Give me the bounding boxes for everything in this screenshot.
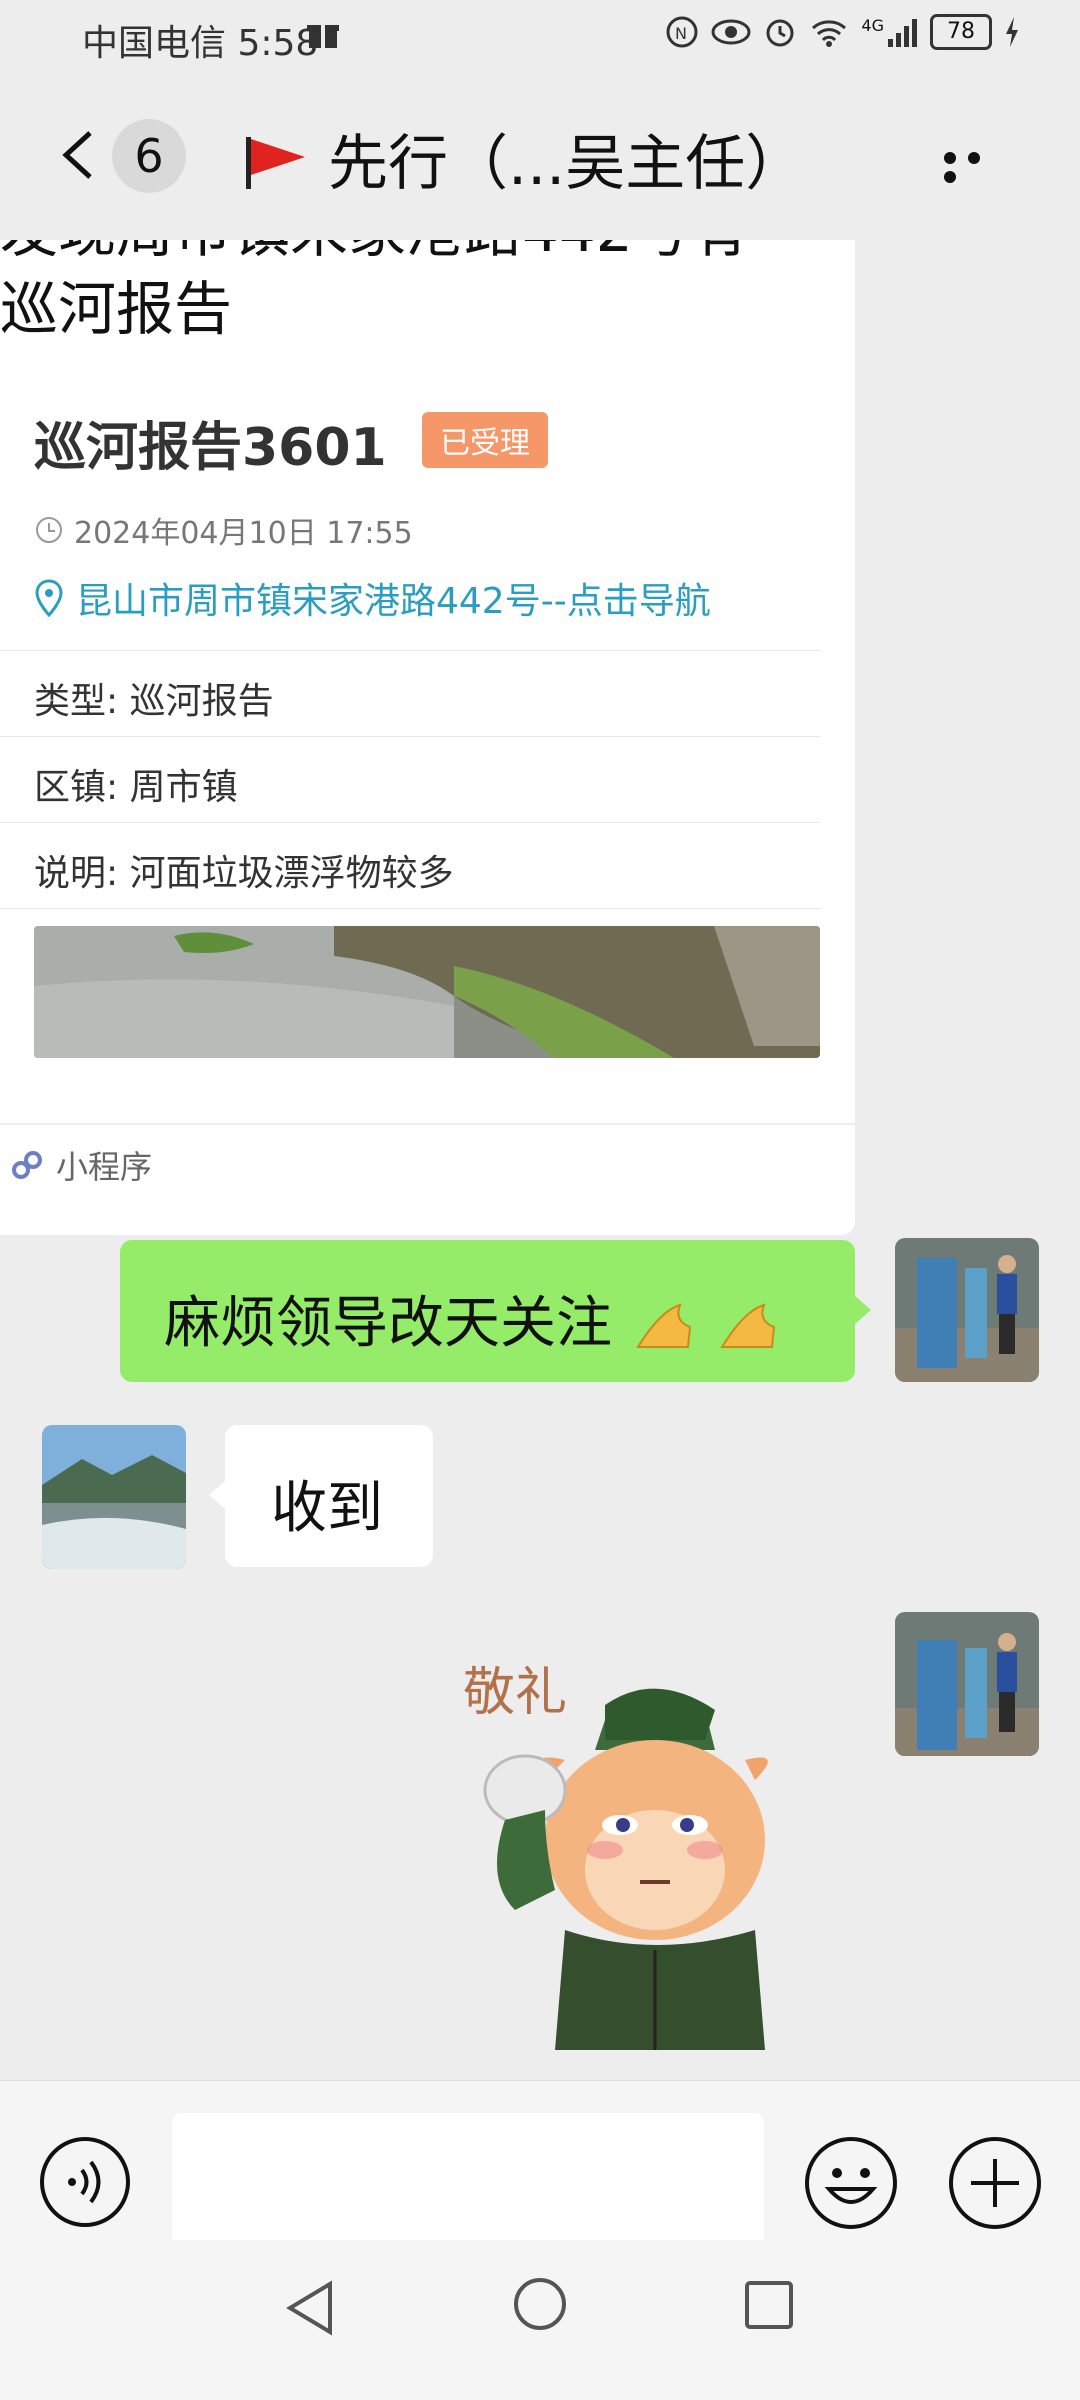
field-type: 类型: 巡河报告 [34, 672, 274, 724]
voice-icon[interactable] [38, 2135, 132, 2229]
chat-title: 先行（...吴主任） [328, 129, 806, 199]
unread-badge[interactable]: 6 [112, 119, 186, 193]
river-photo [34, 926, 820, 1058]
received-message-bubble[interactable]: 收到 [209, 1425, 433, 1567]
plus-icon[interactable] [947, 2135, 1043, 2231]
salute-sticker[interactable]: 敬礼 [455, 1650, 835, 2050]
field-label: 类型: [34, 681, 119, 722]
nav-back-icon[interactable] [282, 2278, 338, 2338]
divider [0, 736, 820, 737]
message-list[interactable]: 发现周市镇宋家港路442号有 巡河报告 巡河报告3601 已受理 2024年04… [0, 240, 1080, 2080]
input-bar [0, 2080, 1080, 2253]
emoji-icon[interactable] [803, 2135, 899, 2231]
eye-icon [711, 19, 751, 45]
divider [0, 822, 820, 823]
signal-icon [888, 19, 917, 47]
avatar[interactable] [895, 1612, 1039, 1756]
mini-program-footer: 小程序 [10, 1142, 152, 1188]
status-icons: N 4G 78 [665, 14, 1020, 50]
more-dots-icon[interactable] [944, 149, 1014, 183]
wifi-icon [812, 20, 847, 47]
gift-icon [307, 25, 339, 48]
avatar[interactable] [42, 1425, 186, 1569]
report-title: 巡河报告3601 [34, 418, 387, 478]
field-district: 区镇: 周市镇 [34, 758, 238, 810]
divider [0, 650, 820, 651]
nav-home-icon[interactable] [512, 2276, 568, 2332]
carrier-time: 中国电信 5:58 [82, 23, 319, 64]
location-pin-icon [35, 579, 63, 617]
chat-header: 6 先行（...吴主任） [0, 75, 1080, 240]
report-datetime: 2024年04月10日 17:55 [34, 508, 413, 552]
message-input[interactable] [172, 2113, 764, 2253]
field-value: 周市镇 [129, 767, 238, 808]
mini-program-label: 小程序 [56, 1148, 153, 1186]
field-description: 说明: 河面垃圾漂浮物较多 [34, 844, 454, 896]
divider [0, 908, 820, 909]
nav-recent-icon[interactable] [744, 2280, 794, 2330]
avatar[interactable] [895, 1238, 1039, 1382]
battery-indicator: 78 [930, 14, 992, 50]
field-value: 巡河报告 [129, 681, 274, 722]
message-text: 麻烦领导改天关注 [164, 1291, 612, 1356]
chevron-left-icon[interactable] [52, 127, 108, 183]
charging-icon [1006, 17, 1018, 47]
card-heading: 巡河报告 [0, 275, 233, 343]
field-value: 河面垃圾漂浮物较多 [129, 853, 454, 894]
network-type: 4G [861, 15, 884, 35]
svg-text:N: N [675, 24, 687, 43]
address-text[interactable]: 昆山市周市镇宋家港路442号--点击导航 [76, 572, 711, 624]
red-flag-icon [246, 137, 305, 189]
clock-icon [36, 517, 62, 543]
divider [0, 1123, 855, 1125]
message-text: 收到 [271, 1476, 383, 1541]
nfc-icon: N [666, 16, 698, 48]
status-bar: 中国电信 5:58 N 4G 78 [0, 0, 1080, 75]
system-nav-bar [0, 2240, 1080, 2400]
datetime-text: 2024年04月10日 17:55 [74, 516, 413, 551]
mini-program-card[interactable]: 发现周市镇宋家港路442号有 巡河报告 巡河报告3601 已受理 2024年04… [0, 240, 855, 1235]
address-link[interactable]: 昆山市周市镇宋家港路442号--点击导航 [34, 572, 711, 624]
praying-hands-icon [636, 1303, 691, 1348]
mini-program-icon [12, 1151, 42, 1179]
status-badge: 已受理 [422, 412, 548, 468]
sticker-text: 敬礼 [463, 1663, 567, 1723]
sent-message-bubble[interactable]: 麻烦领导改天关注 [120, 1240, 871, 1382]
alarm-icon [766, 19, 794, 47]
field-label: 区镇: [34, 767, 119, 808]
field-label: 说明: [34, 853, 119, 894]
praying-hands-icon [719, 1303, 775, 1348]
